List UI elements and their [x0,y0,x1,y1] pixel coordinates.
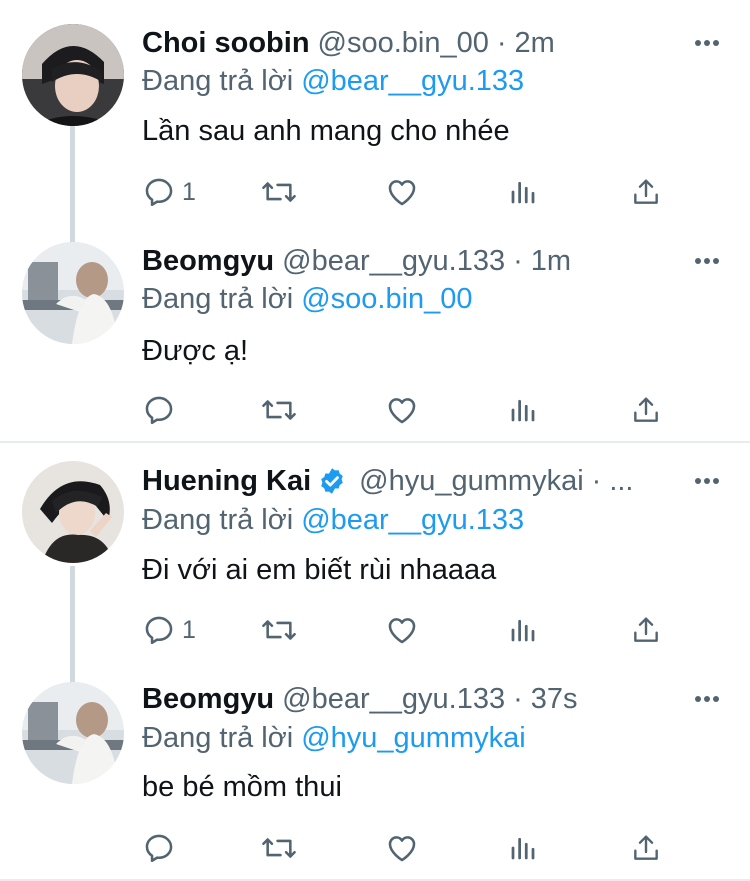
reply-icon [145,834,173,863]
timestamp[interactable]: 37s [531,681,578,717]
tweet-header: Beomgyu @bear__gyu.133 · 37s [142,681,660,717]
analytics-icon [511,619,535,642]
analytics-icon [511,837,535,860]
replying-to-line: Đang trả lời @hyu_gummykai [142,720,710,756]
tweet-actions [142,390,672,430]
more-icon [695,258,719,264]
timestamp[interactable]: 1m [531,243,571,279]
separator: · [591,465,602,497]
display-name[interactable]: Choi soobin [142,25,310,61]
share-button[interactable] [630,172,662,212]
separator: · [513,683,523,715]
mention-link[interactable]: @hyu_gummykai [301,722,525,754]
tweet-text: be bé mồm thui [142,771,342,803]
analytics-button[interactable] [508,610,538,650]
like-icon [388,180,416,206]
tweet[interactable]: Beomgyu @bear__gyu.133 · 1m Đang trả lời… [0,220,750,442]
reply-icon [145,178,173,207]
tweet-actions [142,828,672,868]
timestamp[interactable]: 2m [515,25,555,61]
more-icon [695,40,719,46]
retweet-icon [262,620,296,640]
separator: · [513,245,523,277]
analytics-button[interactable] [508,390,538,430]
tweet-actions: 1 [142,610,672,650]
username-handle[interactable]: @soo.bin_00 [318,25,489,61]
more-options-button[interactable] [692,684,722,714]
share-button[interactable] [630,390,662,430]
tweet-header: Beomgyu @bear__gyu.133 · 1m [142,243,660,279]
username-handle[interactable]: @bear__gyu.133 [282,681,505,717]
more-options-button[interactable] [692,246,722,276]
retweet-icon [262,838,296,858]
analytics-button[interactable] [508,828,538,868]
analytics-button[interactable] [508,172,538,212]
username-handle[interactable]: @bear__gyu.133 [282,243,505,279]
retweet-icon [262,182,296,202]
reply-icon [145,396,173,425]
replying-to-label: Đang trả lời [142,504,294,536]
like-icon [388,836,416,862]
display-name[interactable]: Beomgyu [142,243,274,279]
retweet-button[interactable] [259,390,299,430]
username-handle[interactable]: @hyu_gummykai [359,463,583,499]
like-button[interactable] [385,828,419,868]
tweet-header: Choi soobin @soo.bin_00 · 2m [142,25,660,61]
avatar[interactable] [22,682,124,784]
separator: · [496,27,507,59]
mention-link[interactable]: @bear__gyu.133 [301,65,524,97]
retweet-button[interactable] [259,172,299,212]
avatar[interactable] [22,242,124,344]
share-button[interactable] [630,610,662,650]
display-name[interactable]: Beomgyu [142,681,274,717]
retweet-button[interactable] [259,828,299,868]
more-options-button[interactable] [692,28,722,58]
share-icon [634,179,658,204]
like-button[interactable] [385,610,419,650]
replying-to-line: Đang trả lời @bear__gyu.133 [142,63,710,99]
more-icon [695,696,719,702]
more-icon [695,478,719,484]
reply-count: 1 [182,177,196,206]
replying-to-label: Đang trả lời [142,65,294,97]
share-icon [634,835,658,860]
tweet-header: Huening Kai @hyu_gummykai · ... [142,463,660,499]
timestamp[interactable]: ... [609,463,633,499]
like-button[interactable] [385,390,419,430]
analytics-icon [511,399,535,422]
tweet-actions: 1 [142,172,672,212]
display-name[interactable]: Huening Kai [142,463,311,499]
like-icon [388,618,416,644]
share-icon [634,397,658,422]
like-button[interactable] [385,172,419,212]
avatar[interactable] [22,461,124,563]
share-button[interactable] [630,828,662,868]
tweet-text: Lần sau anh mang cho nhée [142,115,510,147]
mention-link[interactable]: @bear__gyu.133 [301,504,524,536]
reply-button[interactable] [142,828,182,868]
retweet-icon [262,400,296,420]
reply-button[interactable]: 1 [142,610,196,650]
tweet-text: Được ạ! [142,335,249,367]
tweet[interactable]: Huening Kai @hyu_gummykai · ... Đang trả… [0,443,750,661]
tweet[interactable]: Choi soobin @soo.bin_00 · 2m Đang trả lờ… [0,0,750,220]
more-options-button[interactable] [692,466,722,496]
reply-count: 1 [182,615,196,644]
reply-button[interactable] [142,390,182,430]
mention-link[interactable]: @soo.bin_00 [301,283,472,315]
like-icon [388,398,416,424]
replying-to-line: Đang trả lời @bear__gyu.133 [142,502,710,538]
reply-icon [145,616,173,645]
replying-to-label: Đang trả lời [142,283,294,315]
replying-to-line: Đang trả lời @soo.bin_00 [142,281,710,317]
analytics-icon [511,181,535,204]
tweet[interactable]: Beomgyu @bear__gyu.133 · 37s Đang trả lờ… [0,661,750,881]
avatar[interactable] [22,24,124,126]
verified-badge-icon [321,468,343,494]
reply-button[interactable]: 1 [142,172,196,212]
replying-to-label: Đang trả lời [142,722,294,754]
share-icon [634,617,658,642]
tweet-text: Đi với ai em biết rùi nhaaaa [142,554,497,586]
retweet-button[interactable] [259,610,299,650]
